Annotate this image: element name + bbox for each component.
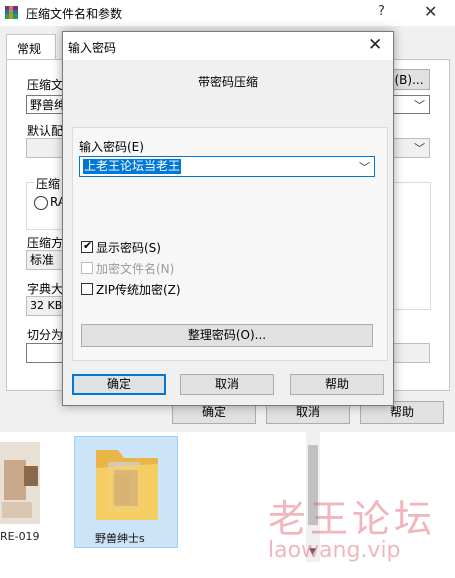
method-select[interactable]: 标准	[26, 250, 66, 270]
password-input-label: 输入密码(E)	[79, 140, 144, 154]
tab-general[interactable]: 常规	[6, 34, 56, 61]
watermark-text: 老王论坛	[268, 497, 437, 541]
folder-label: 野兽绅士s	[95, 532, 145, 545]
archive-name-label: 压缩文	[27, 78, 64, 92]
close-icon[interactable]: ✕	[368, 35, 382, 55]
folder-icon	[96, 450, 158, 520]
password-dialog: 输入密码 ✕ 带密码压缩 输入密码(E) 上老王论坛当老王 ﹀ ✔ 显示密码(S…	[62, 31, 394, 406]
ok-button[interactable]: 确定	[72, 374, 166, 395]
cancel-button[interactable]: 取消	[180, 374, 274, 395]
file-label: RE-019	[0, 530, 40, 543]
zip-legacy-encryption-label: ZIP传统加密(Z)	[96, 283, 181, 297]
chevron-down-icon[interactable]: ﹀	[359, 159, 370, 175]
show-password-label: 显示密码(S)	[96, 241, 161, 255]
default-profile-label: 默认配	[27, 124, 64, 138]
chevron-down-icon[interactable]: ﹀	[414, 140, 425, 156]
chevron-down-icon[interactable]: ﹀	[414, 96, 425, 115]
tab-general-label: 常规	[17, 42, 42, 56]
set-password-button[interactable]	[390, 343, 430, 363]
checkmark-icon: ✔	[83, 239, 93, 252]
image-file-thumbnail[interactable]	[0, 442, 40, 524]
help-button[interactable]: 帮助	[290, 374, 384, 395]
method-label: 压缩方	[27, 236, 64, 250]
organize-passwords-button[interactable]: 整理密码(O)...	[81, 324, 373, 347]
show-password-checkbox[interactable]: ✔	[81, 239, 93, 253]
dictionary-select[interactable]: 32 KB	[26, 296, 66, 316]
close-icon[interactable]: ✕	[424, 2, 437, 21]
split-label: 切分为	[27, 328, 64, 342]
dictionary-label: 字典大	[27, 282, 64, 296]
password-input[interactable]: 上老王论坛当老王 ﹀	[79, 156, 375, 177]
winrar-app-icon	[5, 6, 18, 19]
password-input-value: 上老王论坛当老王	[83, 159, 182, 174]
help-icon[interactable]: ?	[378, 4, 385, 19]
password-dialog-title: 输入密码	[68, 41, 117, 55]
options-group	[391, 182, 431, 310]
zip-legacy-encryption-checkbox[interactable]	[81, 283, 93, 295]
archive-dialog-title: 压缩文件名和参数	[26, 7, 123, 21]
split-volume-field[interactable]	[26, 343, 66, 363]
watermark-url: laowang.vip	[268, 538, 401, 563]
encrypt-filenames-label: 加密文件名(N)	[96, 262, 175, 276]
password-dialog-heading: 带密码压缩	[197, 75, 258, 89]
archive-name-value: 野兽绅	[30, 98, 67, 112]
rar-radio[interactable]	[34, 196, 48, 210]
archive-format-label: 压缩	[34, 175, 63, 192]
browse-button[interactable]: (B)...	[388, 69, 430, 90]
encrypt-filenames-checkbox[interactable]	[81, 262, 93, 274]
